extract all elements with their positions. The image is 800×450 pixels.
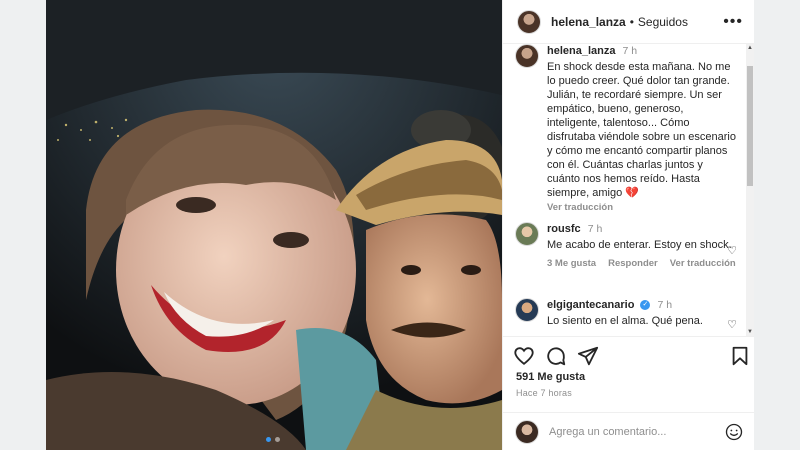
comment-item: elgigantecanario ✓ 7 h Lo siento en el a… <box>515 298 737 331</box>
page-background-right <box>754 0 800 450</box>
scroll-thumb[interactable] <box>747 66 753 186</box>
follow-status[interactable]: Seguidos <box>638 15 688 29</box>
reply-button[interactable]: Responder <box>608 258 658 269</box>
broken-heart-emoji: 💔 <box>625 187 639 199</box>
heart-icon[interactable]: ♡ <box>727 244 737 257</box>
scroll-up-arrow-icon[interactable]: ▲ <box>747 45 753 51</box>
smiley-icon[interactable] <box>725 423 743 441</box>
post-photo[interactable]: › <box>46 0 502 450</box>
scrollbar[interactable]: ▲ ▼ <box>746 44 754 336</box>
caption-username[interactable]: helena_lanza <box>547 45 615 57</box>
comment-time: 7 h <box>587 223 603 235</box>
avatar[interactable] <box>517 9 541 34</box>
avatar[interactable] <box>515 44 539 68</box>
likes-count[interactable]: 591 Me gusta <box>516 371 585 383</box>
bookmark-icon[interactable] <box>729 345 751 367</box>
carousel-indicator <box>266 437 280 442</box>
carousel-dot-2 <box>275 437 280 442</box>
post-actions <box>503 336 755 374</box>
comment-input[interactable] <box>549 425 719 438</box>
avatar[interactable] <box>515 222 539 246</box>
see-translation-button[interactable]: Ver traducción <box>670 258 736 269</box>
comments-list[interactable]: helena_lanza 7 h En shock desde esta mañ… <box>503 44 755 336</box>
post-header: helena_lanza • Seguidos ••• <box>503 0 755 44</box>
comment-item: rousfc 7 h Me acabo de enterar. Estoy en… <box>515 222 737 269</box>
comment-username[interactable]: elgigantecanario <box>547 299 634 311</box>
heart-icon[interactable] <box>513 345 535 367</box>
post-timestamp: Hace 7 horas <box>516 388 572 398</box>
selfie-image <box>46 0 502 450</box>
caption-see-translation[interactable]: Ver traducción <box>547 202 613 213</box>
comment-username[interactable]: rousfc <box>547 223 581 235</box>
caption: helena_lanza 7 h En shock desde esta mañ… <box>515 44 737 213</box>
scroll-down-arrow-icon[interactable]: ▼ <box>747 329 753 335</box>
send-icon[interactable] <box>577 345 599 367</box>
header-username[interactable]: helena_lanza <box>551 15 626 29</box>
comment-likes[interactable]: 3 Me gusta <box>547 258 596 269</box>
caption-text: En shock desde esta mañana. No me lo pue… <box>547 61 736 199</box>
comment-text: Me acabo de enterar. Estoy en shock. <box>547 239 732 251</box>
comments-panel: helena_lanza • Seguidos ••• helena_lanza… <box>502 0 755 450</box>
avatar <box>515 419 539 444</box>
verified-badge-icon: ✓ <box>640 300 651 311</box>
comment-text: Lo siento en el alma. Qué pena. <box>547 315 703 327</box>
add-comment-bar <box>503 412 755 450</box>
header-separator: • <box>629 14 634 29</box>
caption-time: 7 h <box>622 45 638 57</box>
page-background-left <box>0 0 46 450</box>
avatar[interactable] <box>515 298 539 322</box>
carousel-dot-1 <box>266 437 271 442</box>
heart-icon[interactable]: ♡ <box>727 318 737 331</box>
comment-time: 7 h <box>657 299 673 311</box>
comment-icon[interactable] <box>545 345 567 367</box>
more-options-icon[interactable]: ••• <box>723 13 743 31</box>
